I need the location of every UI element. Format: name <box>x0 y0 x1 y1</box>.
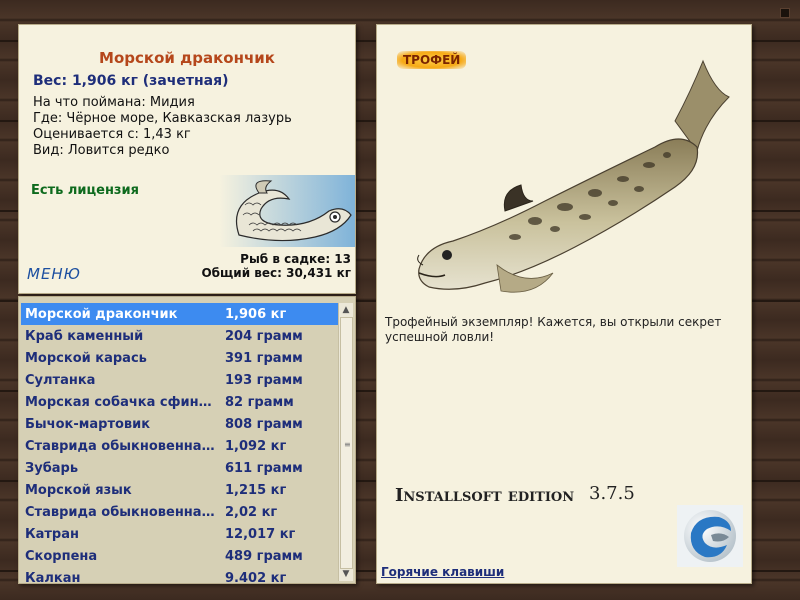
caught-on: На что поймана: Мидия <box>33 95 195 110</box>
version-label: 3.7.5 <box>589 483 635 504</box>
edition-label: Installsoft edition <box>395 485 575 506</box>
catch-row[interactable]: Морской карась 391 грамм <box>21 347 339 369</box>
list-scrollbar[interactable]: ▲ ≡ ▼ <box>338 303 353 581</box>
catch-fish-weight: 2,02 кг <box>225 504 278 520</box>
catch-fish-name: Краб каменный <box>25 328 144 344</box>
catch-row[interactable]: Ставрида обыкновенна… 1,092 кг <box>21 435 339 457</box>
catch-fish-weight: 1,215 кг <box>225 482 287 498</box>
catch-fish-name: Бычок-мартовик <box>25 416 151 432</box>
catch-fish-weight: 611 грамм <box>225 460 303 476</box>
fish-picture-icon <box>417 59 730 293</box>
catch-row[interactable]: Бычок-мартовик 808 грамм <box>21 413 339 435</box>
catch-row[interactable]: Султанка 193 грамм <box>21 369 339 391</box>
catch-fish-name: Морской язык <box>25 482 132 498</box>
menu-button[interactable]: МЕНЮ <box>27 265 81 283</box>
license-status: Есть лицензия <box>31 183 139 198</box>
corner-mark <box>780 8 790 18</box>
catch-fish-weight: 391 грамм <box>225 350 303 366</box>
catch-fish-name: Зубарь <box>25 460 79 476</box>
catch-fish-name: Ставрида обыкновенна… <box>25 504 215 520</box>
scrollbar-thumb[interactable]: ≡ <box>340 317 353 569</box>
fish-name: Морской дракончик <box>99 49 275 67</box>
catch-fish-name: Морская собачка сфин… <box>25 394 212 410</box>
catch-fish-name: Султанка <box>25 372 96 388</box>
catch-row[interactable]: Морской язык 1,215 кг <box>21 479 339 501</box>
app-logo-icon <box>677 505 743 567</box>
catch-fish-weight: 204 грамм <box>225 328 303 344</box>
trophy-badge: ТРОФЕЙ <box>397 51 467 69</box>
catch-fish-name: Ставрида обыкновенна… <box>25 438 215 454</box>
catch-row[interactable]: Морская собачка сфин… 82 грамм <box>21 391 339 413</box>
value-threshold: Оценивается с: 1,43 кг <box>33 127 191 142</box>
catch-row[interactable]: Калкан 9.402 кг <box>21 567 339 584</box>
catch-fish-weight: 489 грамм <box>225 548 303 564</box>
catch-fish-name: Калкан <box>25 570 81 584</box>
catch-fish-name: Катран <box>25 526 79 542</box>
catch-fish-name: Морской карась <box>25 350 147 366</box>
catch-fish-name: Морской дракончик <box>25 306 178 322</box>
catch-fish-weight: 82 грамм <box>225 394 294 410</box>
trophy-detail-panel: ТРОФЕЙ Трофейный экземпляр! Кажется, вы … <box>376 24 752 584</box>
catch-fish-weight: 1,092 кг <box>225 438 287 454</box>
fish-emblem-icon <box>219 175 355 247</box>
catch-row[interactable]: Зубарь 611 грамм <box>21 457 339 479</box>
fish-weight: Вес: 1,906 кг (зачетная) <box>33 73 229 89</box>
catch-row[interactable]: Скорпена 489 грамм <box>21 545 339 567</box>
fish-kind: Вид: Ловится редко <box>33 143 170 158</box>
catch-fish-weight: 12,017 кг <box>225 526 296 542</box>
catch-list: Морской дракончик 1,906 кг Краб каменный 20… <box>21 303 339 584</box>
catch-fish-weight: 9.402 кг <box>225 570 287 584</box>
catch-fish-weight: 1,906 кг <box>225 306 287 322</box>
hotkeys-link[interactable]: Горячие клавиши <box>381 565 504 579</box>
catch-fish-weight: 808 грамм <box>225 416 303 432</box>
fish-in-net-count: Рыб в садке: 13 <box>240 252 351 266</box>
trophy-description: Трофейный экземпляр! Кажется, вы открыли… <box>385 315 722 344</box>
scroll-down-icon[interactable]: ▼ <box>339 567 353 581</box>
catch-row[interactable]: Краб каменный 204 грамм <box>21 325 339 347</box>
catch-list-panel: Морской дракончик 1,906 кг Краб каменный 20… <box>18 296 356 584</box>
catch-fish-name: Скорпена <box>25 548 98 564</box>
scroll-up-icon[interactable]: ▲ <box>339 303 353 317</box>
fish-info-panel: Морской дракончик Вес: 1,906 кг (зачетна… <box>18 24 356 294</box>
catch-fish-weight: 193 грамм <box>225 372 303 388</box>
catch-row[interactable]: Морской дракончик 1,906 кг <box>21 303 339 325</box>
catch-row[interactable]: Ставрида обыкновенна… 2,02 кг <box>21 501 339 523</box>
catch-row[interactable]: Катран 12,017 кг <box>21 523 339 545</box>
total-weight: Общий вес: 30,431 кг <box>201 266 351 280</box>
location: Где: Чёрное море, Кавказская лазурь <box>33 111 292 126</box>
